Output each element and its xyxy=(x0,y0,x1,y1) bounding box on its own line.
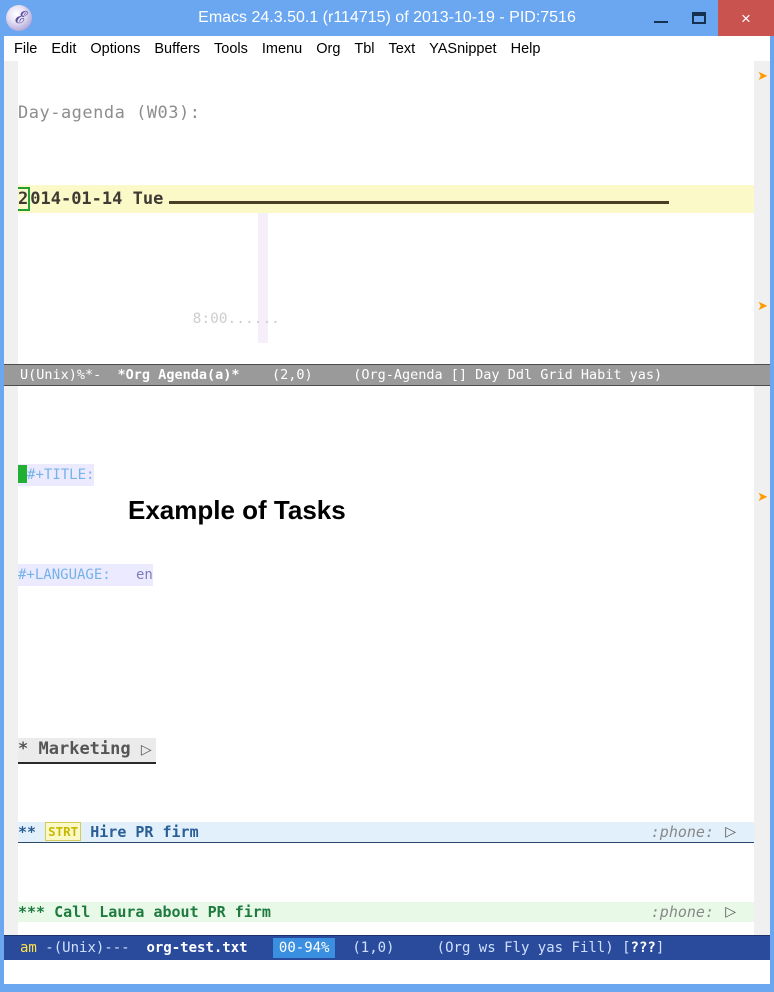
emacs-window: 𝓔 Emacs 24.3.50.1 (r114715) of 2013-10-1… xyxy=(0,0,774,992)
modeline-modes: (Org ws Fly yas Fill) xyxy=(436,940,614,956)
modeline-buffer-name: *Org Agenda(a)* xyxy=(117,367,240,383)
agenda-content: Day-agenda (W03): 2 014-01-14 Tue 8:00...… xyxy=(4,61,770,364)
modeline-scroll-percent: 00-94% xyxy=(272,938,336,958)
menu-item-text[interactable]: Text xyxy=(389,41,416,57)
fold-triangle-icon[interactable]: ▷ xyxy=(141,742,152,758)
fold-triangle-icon[interactable]: ▷ xyxy=(725,902,736,923)
heading-text: Call Laura about PR firm xyxy=(54,902,271,921)
modeline-position: (1,0) xyxy=(352,940,395,956)
agenda-date-text: 014-01-14 Tue xyxy=(30,188,164,209)
language-keyword-wrap: #+LANGUAGE: en xyxy=(18,564,153,586)
tag-phone: :phone: xyxy=(650,823,714,841)
heading-text: Marketing xyxy=(38,738,131,759)
org-right-fringe xyxy=(754,386,770,935)
menu-item-imenu[interactable]: Imenu xyxy=(262,41,302,57)
agenda-header: Day-agenda (W03): xyxy=(18,103,201,123)
echo-area[interactable] xyxy=(4,960,770,984)
modeline-file-name: org-test.txt xyxy=(146,940,248,956)
menu-item-tbl[interactable]: Tbl xyxy=(354,41,374,57)
menu-item-yasnippet[interactable]: YASnippet xyxy=(429,41,496,57)
emacs-frame: ➤ ➤ Day-agenda (W03): 2 014-01-14 Tue 8:0… xyxy=(0,61,774,992)
org-language-line: #+LANGUAGE: en xyxy=(18,564,754,586)
org-heading-hire-pr-firm[interactable]: ** STRT Hire PR firm :phone: ▷ xyxy=(18,822,760,843)
menu-item-org[interactable]: Org xyxy=(316,41,340,57)
language-keyword: #+LANGUAGE: xyxy=(18,567,111,583)
language-value: en xyxy=(110,567,153,583)
agenda-window[interactable]: ➤ ➤ Day-agenda (W03): 2 014-01-14 Tue 8:0… xyxy=(4,61,770,364)
close-icon: × xyxy=(741,8,751,28)
modeline-coding: -(Unix)--- xyxy=(45,940,130,956)
org-heading-marketing[interactable]: * Marketing ▷ xyxy=(18,737,754,764)
title-bar: 𝓔 Emacs 24.3.50.1 (r114715) of 2013-10-1… xyxy=(0,0,774,36)
fringe-continuation-arrow-strt: ➤ xyxy=(757,299,768,314)
fringe-continuation-arrow-date: ➤ xyxy=(757,69,768,84)
org-point-cursor: # xyxy=(18,465,28,483)
agenda-right-fringe xyxy=(754,61,770,364)
modeline-flag: ??? xyxy=(630,940,656,956)
file-mode-line[interactable]: am -(Unix)--- org-test.txt 00-94% (1,0) … xyxy=(4,935,770,960)
agenda-left-fringe xyxy=(4,61,18,364)
point-cursor: 2 xyxy=(16,186,31,211)
org-title-line: ##+TITLE: xyxy=(18,464,754,486)
modeline-input-method: am xyxy=(20,940,37,956)
modeline-coding: U(Unix)%*- xyxy=(20,367,102,383)
date-rule xyxy=(169,189,670,204)
fringe-continuation-arrow-org: ➤ xyxy=(757,490,768,505)
maximize-button[interactable] xyxy=(680,0,718,36)
org-heading-call-laura[interactable]: *** Call Laura about PR firm :phone: ▷ xyxy=(18,901,760,923)
modeline-flag-close: ] xyxy=(655,940,665,956)
fold-triangle-icon[interactable]: ▷ xyxy=(725,822,736,843)
org-file-window[interactable]: ➤ ##+TITLE: Example of Tasks #+LANGUAGE:… xyxy=(4,386,770,935)
org-strt-keyword[interactable]: STRT xyxy=(45,822,82,841)
maximize-icon xyxy=(692,12,706,24)
title-keyword: #+TITLE: xyxy=(27,467,95,483)
org-left-fringe xyxy=(4,386,18,935)
stars: * xyxy=(18,738,29,759)
window-controls: × xyxy=(642,0,774,36)
time-grid: 8:00...... 10:00...... 12:00...... 13:41… xyxy=(18,271,754,364)
org-content: ##+TITLE: Example of Tasks #+LANGUAGE: e… xyxy=(4,386,770,935)
tag-phone: :phone: xyxy=(650,902,714,921)
stars: *** xyxy=(18,902,46,921)
menu-item-buffers[interactable]: Buffers xyxy=(154,41,200,57)
agenda-mode-line[interactable]: U(Unix)%*- *Org Agenda(a)* (2,0) (Org-Ag… xyxy=(4,364,770,386)
modeline-modes: (Org-Agenda [] Day Ddl Grid Habit yas) xyxy=(353,367,663,383)
menu-item-file[interactable]: File xyxy=(14,41,37,57)
modeline-position: (2,0) xyxy=(271,367,313,383)
minimize-button[interactable] xyxy=(642,0,680,36)
menu-item-help[interactable]: Help xyxy=(511,41,541,57)
modeline-flag-open: [ xyxy=(622,940,631,956)
menu-item-options[interactable]: Options xyxy=(90,41,140,57)
title-keyword-wrap: ##+TITLE: xyxy=(18,464,95,486)
stars: ** xyxy=(18,823,37,841)
heading-text: Hire PR firm xyxy=(90,823,199,841)
grid-row: 8:00...... xyxy=(183,311,280,327)
document-title: Example of Tasks xyxy=(128,495,346,525)
menu-bar: File Edit Options Buffers Tools Imenu Or… xyxy=(0,36,774,61)
menu-item-tools[interactable]: Tools xyxy=(214,41,248,57)
minimize-icon xyxy=(654,21,668,23)
menu-item-edit[interactable]: Edit xyxy=(51,41,76,57)
agenda-date-line[interactable]: 2 014-01-14 Tue xyxy=(16,184,754,213)
emacs-logo-icon: 𝓔 xyxy=(6,5,32,31)
close-button[interactable]: × xyxy=(718,0,774,36)
